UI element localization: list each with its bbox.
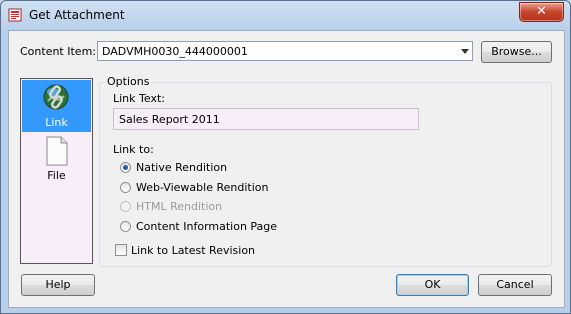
sidebar-item-link[interactable]: Link [22, 80, 91, 132]
latest-revision-checkbox[interactable] [115, 244, 127, 256]
sidebar-item-link-label: Link [45, 116, 68, 129]
radio-web-viewable-rendition-label[interactable]: Web-Viewable Rendition [136, 181, 268, 194]
browse-button-label: Browse... [491, 45, 542, 58]
help-button-label: Help [45, 278, 71, 291]
help-button[interactable]: Help [21, 274, 95, 296]
close-icon: ✕ [536, 4, 547, 19]
browse-button[interactable]: Browse... [481, 41, 552, 63]
radio-html-rendition [120, 201, 131, 212]
chevron-down-icon[interactable] [461, 49, 469, 54]
link-text-value: Sales Report 2011 [119, 113, 220, 126]
dialog-window: Get Attachment ✕ Content Item: DADVMH003… [0, 0, 571, 314]
content-item-value: DADVMH0030_444000001 [102, 45, 248, 58]
link-globe-icon [43, 84, 69, 110]
content-item-combo[interactable]: DADVMH0030_444000001 [97, 41, 473, 61]
ok-button[interactable]: OK [396, 274, 469, 296]
link-text-label: Link Text: [113, 92, 165, 105]
title-bar[interactable]: Get Attachment ✕ [1, 1, 570, 29]
latest-revision-label[interactable]: Link to Latest Revision [131, 244, 255, 257]
radio-content-information-page[interactable] [120, 221, 131, 232]
app-icon [8, 8, 22, 22]
close-button[interactable]: ✕ [519, 2, 564, 22]
file-icon [46, 136, 68, 166]
radio-html-rendition-label: HTML Rendition [136, 200, 223, 213]
link-text-field[interactable]: Sales Report 2011 [113, 108, 419, 130]
radio-content-information-page-label[interactable]: Content Information Page [136, 220, 277, 233]
options-legend: Options [105, 75, 152, 88]
radio-native-rendition-label[interactable]: Native Rendition [136, 161, 227, 174]
radio-native-rendition[interactable] [120, 162, 131, 173]
attachment-type-panel: Link File [20, 78, 93, 264]
cancel-button[interactable]: Cancel [478, 274, 552, 296]
ok-button-label: OK [424, 278, 441, 291]
content-item-label: Content Item: [20, 45, 96, 58]
sidebar-item-file-label: File [47, 169, 66, 182]
link-to-label: Link to: [113, 143, 154, 156]
radio-web-viewable-rendition[interactable] [120, 182, 131, 193]
window-title: Get Attachment [29, 8, 125, 22]
sidebar-item-file[interactable]: File [22, 134, 91, 186]
cancel-button-label: Cancel [496, 278, 534, 291]
dialog-body: Content Item: DADVMH0030_444000001 Brows… [8, 30, 565, 308]
